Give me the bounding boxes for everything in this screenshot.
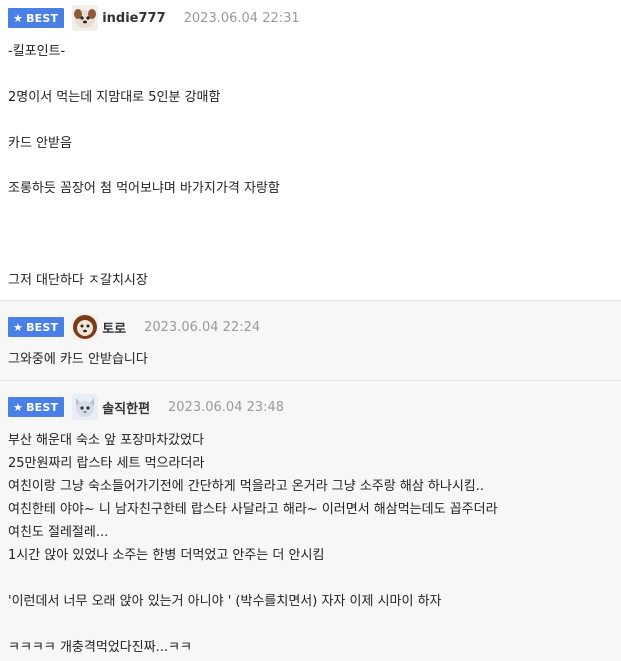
comment-text-line: 카드 안받음 [8,136,72,151]
comment-header: ★ BEST 솔직한편 2023.06.04 23:48 [8,394,284,420]
best-badge: ★ BEST [8,8,65,28]
best-badge-label: BEST [26,11,59,25]
comment-date: 2023.06.04 22:24 [144,319,261,335]
comment-date: 2023.06.04 23:48 [168,399,285,415]
nickname[interactable]: 토로 [102,318,126,337]
comment-date: 2023.06.04 22:31 [183,10,300,26]
star-icon: ★ [13,320,24,334]
nickname[interactable]: 솔직한편 [102,398,150,417]
comment-text-line: 여친이랑 그냥 숙소들어가기전에 간단하게 먹을라고 온거라 그냥 소주랑 해삼… [8,479,485,494]
comment-text-line: 여친한테 야야~ 니 남자친구한테 랍스타 사달라고 해라~ 이러면서 해삼먹는… [8,502,498,517]
comment-text-line: '이런데서 너무 오래 앉아 있는거 아니야 ' (박수를치면서) 자자 이제 … [8,594,442,609]
best-badge: ★ BEST [8,397,65,417]
comment-item [0,300,621,381]
comment-text-line: 여친도 절레절레... [8,525,109,540]
cat-avatar[interactable] [72,394,99,420]
best-badge-label: BEST [26,320,59,334]
comment-header: ★ BEST indie777 2023.06.04 22:31 [8,5,300,31]
star-icon: ★ [13,11,24,25]
dog-avatar[interactable] [72,5,99,31]
comment-header: ★ BEST 토로 2023.06.04 22:24 [8,314,260,340]
comment-text-line: 부산 해운대 숙소 앞 포장마차갔었다 [8,433,204,448]
comment-text-line: ㅋㅋㅋㅋ 개충격먹었다진짜...ㅋㅋ [8,640,192,655]
lion-avatar[interactable] [72,314,99,340]
comment-text-line: 25만원짜리 랍스타 세트 먹으라더라 [8,456,205,471]
comment-text-line: 그와중에 카드 안받습니다 [8,352,148,367]
comment-text-line: 2명이서 먹는데 지맘대로 5인분 강매함 [8,90,221,105]
comment-text-line: -킬포인트- [8,44,66,59]
best-badge-label: BEST [26,400,59,414]
nickname[interactable]: indie777 [102,11,165,26]
comment-text-line: 그저 대단하다 ㅈ갈치시장 [8,273,148,288]
comment-text-line: 조롱하듯 꼼장어 첨 먹어보냐며 바가지가격 자랑함 [8,181,280,196]
star-icon: ★ [13,400,24,414]
comment-text-line: 1시간 앉아 있었나 소주는 한병 더먹었고 안주는 더 안시킴 [8,548,325,563]
best-badge: ★ BEST [8,317,65,337]
comment-item [0,0,621,300]
